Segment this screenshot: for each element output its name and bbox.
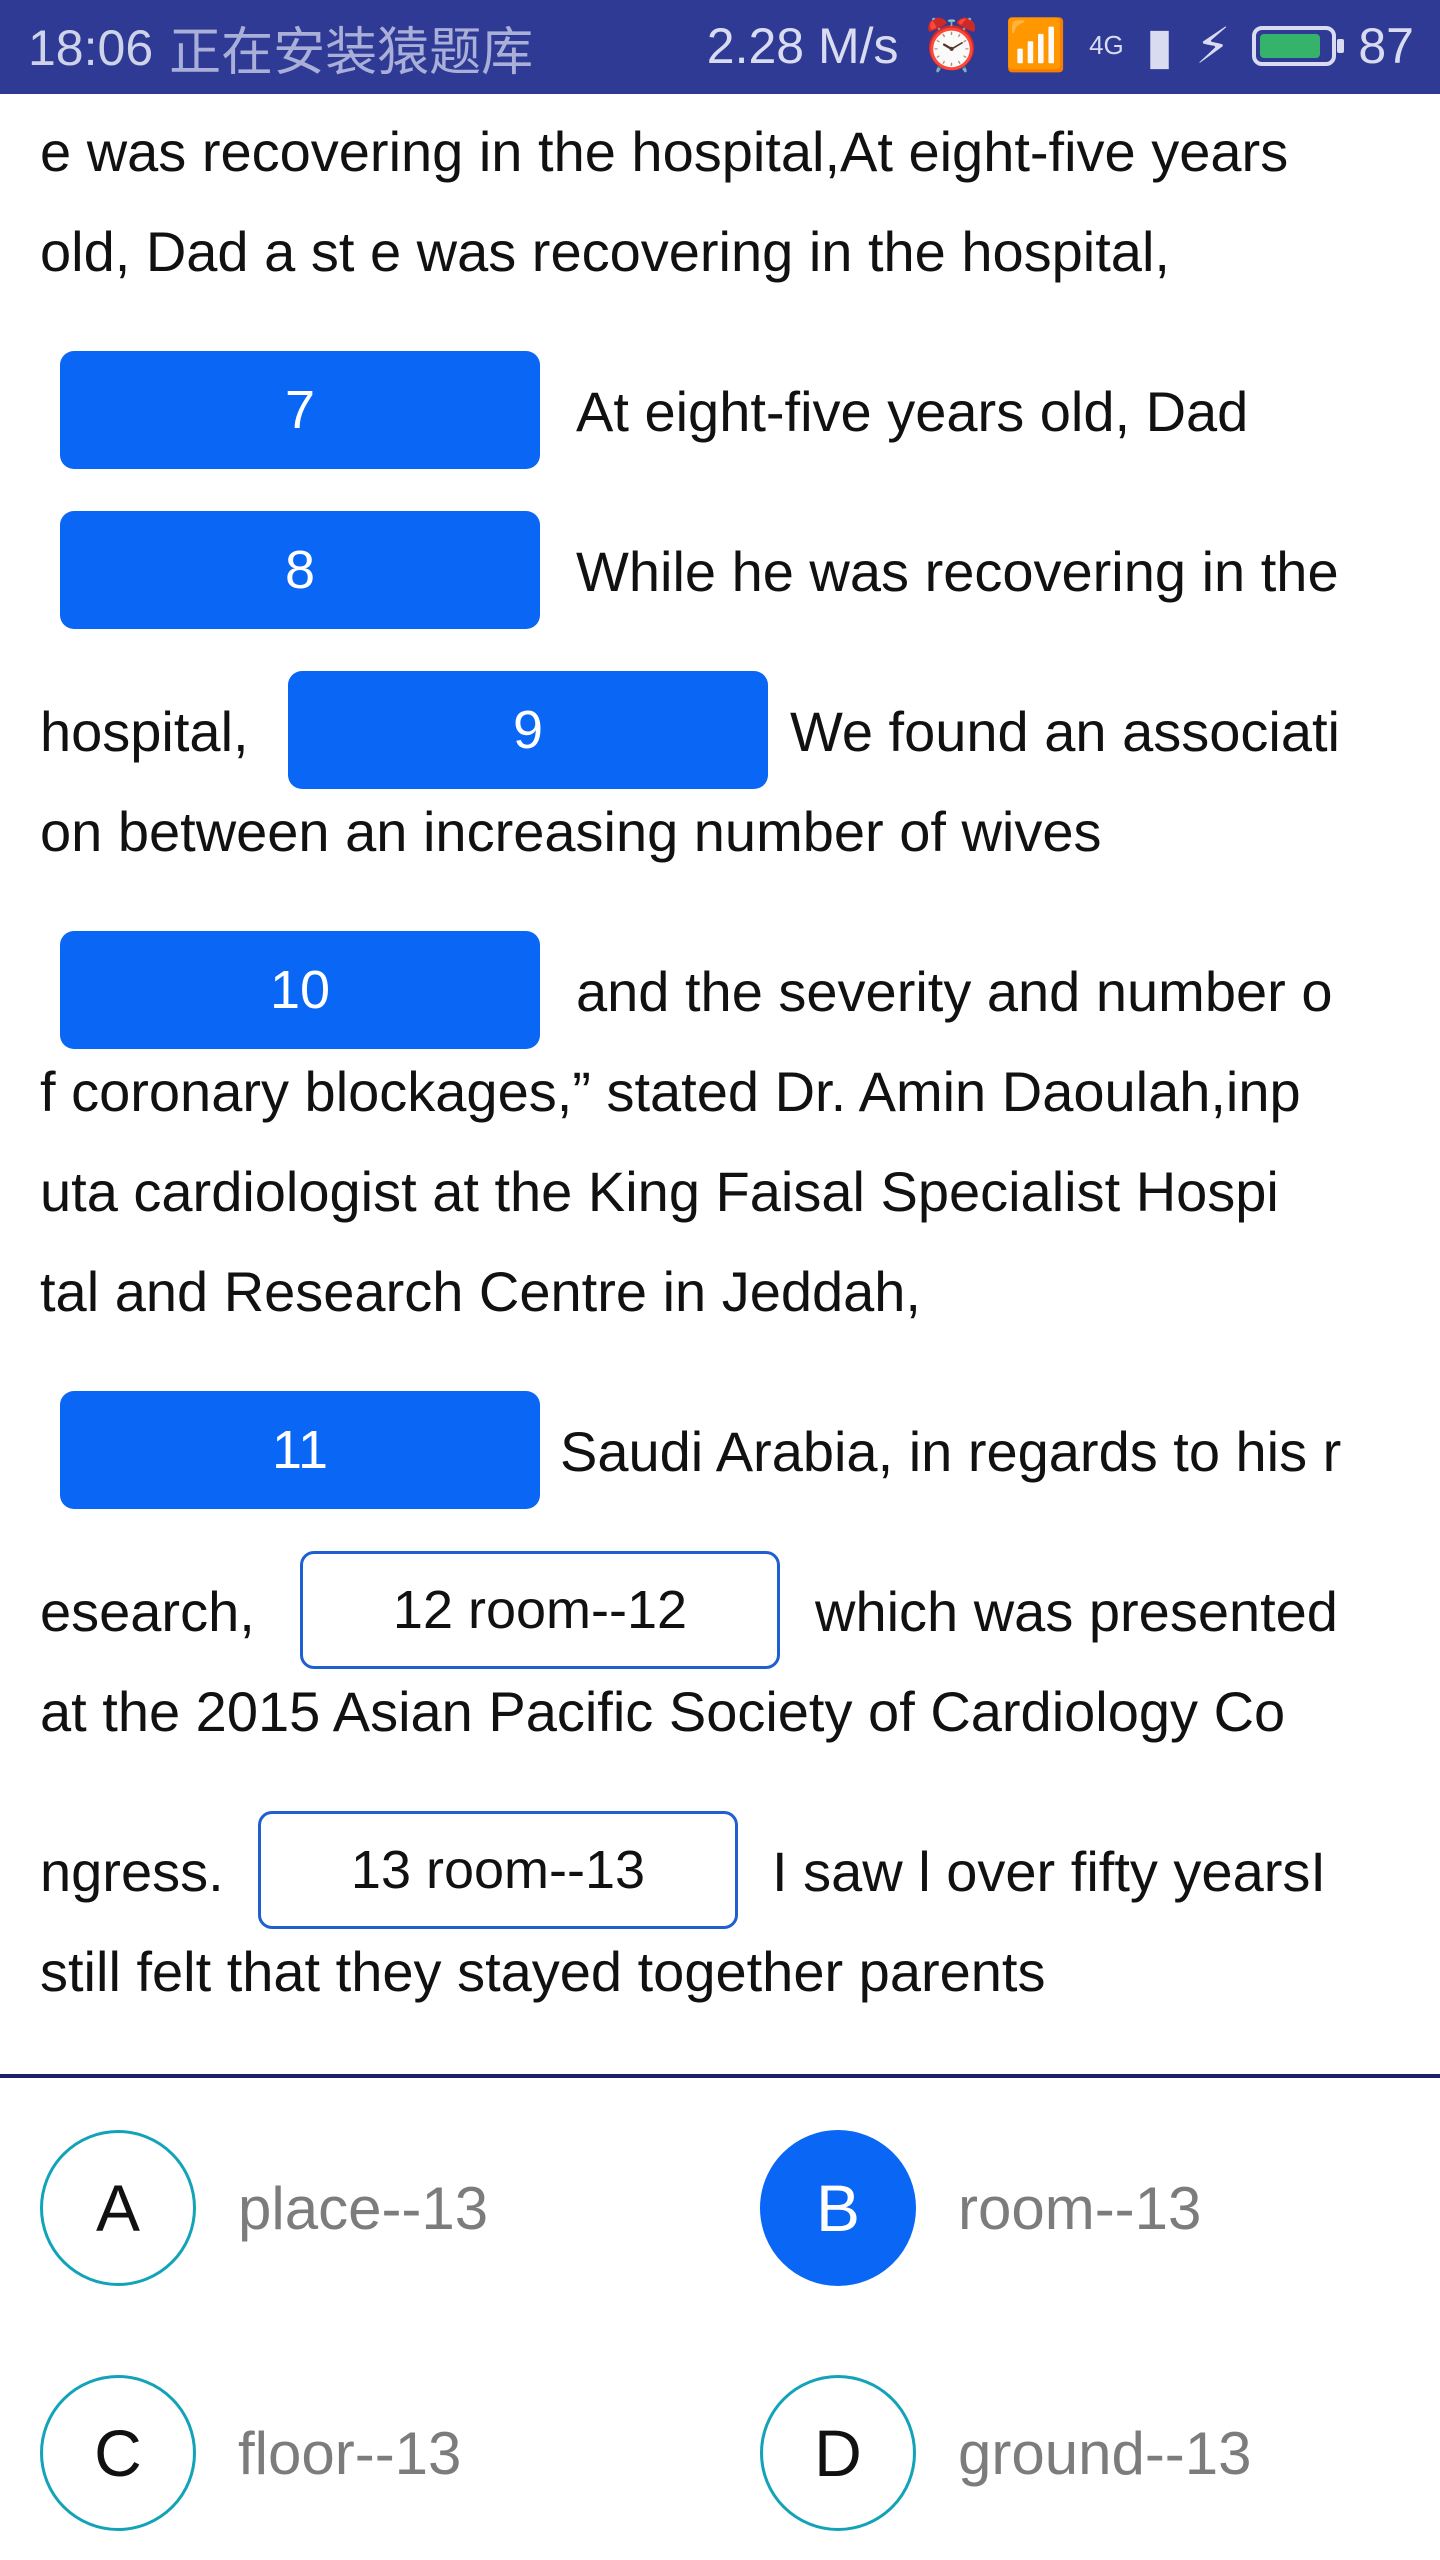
clock: 18:06 xyxy=(28,19,154,76)
option-text[interactable]: ground--13 xyxy=(958,2419,1252,2488)
network-speed: 2.28 M/s xyxy=(706,17,899,74)
option-letter[interactable]: B xyxy=(760,2130,916,2286)
option-text[interactable]: room--13 xyxy=(958,2174,1201,2243)
passage-line: which was presented xyxy=(815,1580,1338,1643)
status-left: 18:06 正在安装猿题库 xyxy=(28,10,533,85)
signal-icon: ▮ xyxy=(1145,17,1174,74)
blank-13[interactable]: 13 room--13 xyxy=(258,1811,738,1929)
option-b[interactable]: B room--13 xyxy=(760,2130,1201,2286)
option-letter[interactable]: A xyxy=(40,2130,196,2286)
passage-line: I saw l over fifty yearsI xyxy=(772,1840,1326,1903)
status-bar: 18:06 正在安装猿题库 2.28 M/s ⏰ 📶 4G ▮ ⚡ 87 xyxy=(0,0,1440,94)
passage-line: on between an increasing number of wives xyxy=(40,800,1102,863)
passage-line: At eight-five years old, Dad xyxy=(576,380,1249,443)
blank-11[interactable]: 11 xyxy=(60,1391,540,1509)
passage-line: hospital, xyxy=(40,700,249,763)
option-letter[interactable]: D xyxy=(760,2375,916,2531)
blank-7[interactable]: 7 xyxy=(60,351,540,469)
passage-line: While he was recovering in the xyxy=(576,540,1339,603)
blank-12[interactable]: 12 room--12 xyxy=(300,1551,780,1669)
blank-10[interactable]: 10 xyxy=(60,931,540,1049)
passage-line: uta cardiologist at the King Faisal Spec… xyxy=(40,1160,1279,1223)
battery-level: 87 xyxy=(1358,17,1414,74)
alarm-icon: ⏰ xyxy=(920,17,983,73)
option-c[interactable]: C floor--13 xyxy=(40,2375,461,2531)
notification-text: 正在安装猿题库 xyxy=(169,24,534,82)
passage-line: e was recovering in the hospital,At eigh… xyxy=(40,120,1289,183)
status-right: 2.28 M/s ⏰ 📶 4G ▮ ⚡ 87 xyxy=(707,16,1414,75)
passage-area[interactable]: e was recovering in the hospital,At eigh… xyxy=(0,94,1440,2074)
passage-line: We found an associati xyxy=(790,700,1340,763)
option-d[interactable]: D ground--13 xyxy=(760,2375,1252,2531)
option-letter[interactable]: C xyxy=(40,2375,196,2531)
blank-9[interactable]: 9 xyxy=(288,671,768,789)
option-text[interactable]: place--13 xyxy=(238,2174,488,2243)
divider xyxy=(0,2074,1440,2078)
passage-line: still felt that they stayed together par… xyxy=(40,1940,1046,2003)
wifi-icon: 📶 xyxy=(1004,17,1068,73)
blank-8[interactable]: 8 xyxy=(60,511,540,629)
passage-line: Saudi Arabia, in regards to his r xyxy=(560,1420,1342,1483)
passage-line: f coronary blockages,” stated Dr. Amin D… xyxy=(40,1060,1301,1123)
network-type: 4G xyxy=(1089,30,1124,60)
passage-line: and the severity and number o xyxy=(576,960,1333,1023)
option-text[interactable]: floor--13 xyxy=(238,2419,461,2488)
charging-icon: ⚡ xyxy=(1195,17,1231,74)
battery-icon xyxy=(1252,25,1345,66)
option-a[interactable]: A place--13 xyxy=(40,2130,488,2286)
passage-line: ngress. xyxy=(40,1840,224,1903)
passage-line: esearch, xyxy=(40,1580,255,1643)
passage-line: old, Dad a st e was recovering in the ho… xyxy=(40,220,1170,283)
passage-line: tal and Research Centre in Jeddah, xyxy=(40,1260,921,1323)
passage-line: at the 2015 Asian Pacific Society of Car… xyxy=(40,1680,1286,1743)
